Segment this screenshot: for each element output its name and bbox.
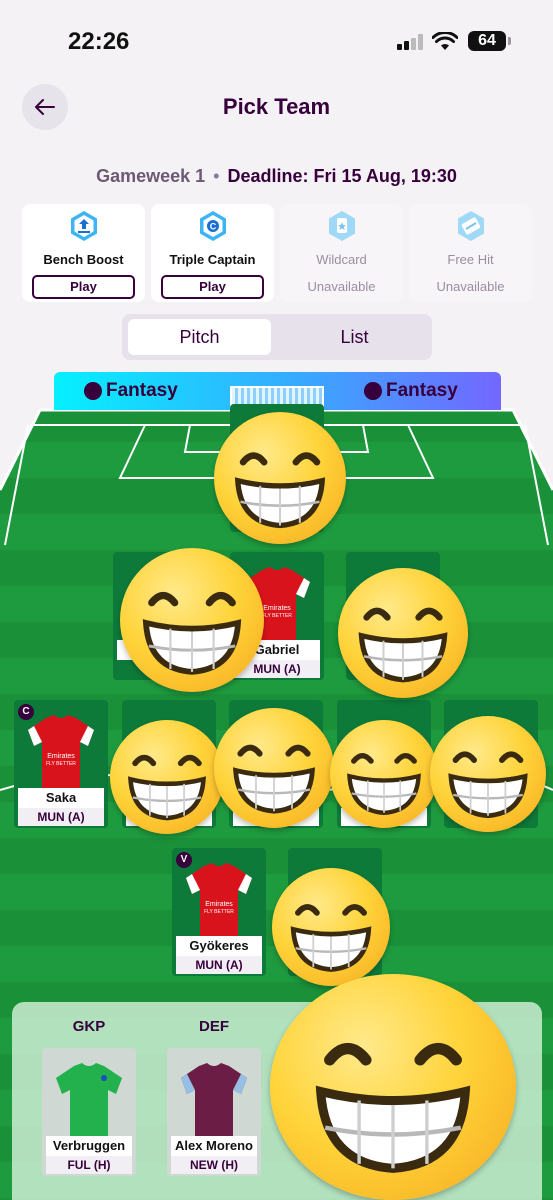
pitch-area: Fantasy Fantasy B Emirates FLY BETTER Ga… — [0, 370, 553, 1200]
player-card-gyokeres[interactable]: V Emirates FLY BETTER Gyökeres MUN (A) — [172, 848, 266, 976]
player-name: Gyökeres — [176, 936, 262, 956]
bench-card-verbruggen[interactable]: Verbruggen FUL (H) — [42, 1048, 136, 1176]
grinning-emoji-icon — [338, 568, 468, 698]
player-fixture: MUN (A) — [176, 956, 262, 974]
chip-status: Unavailable — [436, 279, 505, 294]
grinning-emoji-icon — [110, 720, 224, 834]
grinning-emoji-icon — [214, 412, 346, 544]
grinning-face-drawing — [142, 591, 242, 675]
grinning-emoji-icon — [272, 868, 390, 986]
grinning-face-drawing — [347, 752, 421, 816]
grinning-emoji-icon — [120, 548, 264, 692]
arsenal-shirt-icon: Emirates FLY BETTER — [186, 863, 252, 938]
player-fixture: NEW (H) — [171, 1156, 257, 1174]
triple-captain-icon: C — [199, 211, 226, 241]
chip-status: Unavailable — [307, 279, 376, 294]
chip-name: Bench Boost — [43, 252, 124, 267]
player-fixture: MUN (A) — [18, 808, 104, 826]
separator-dot: • — [213, 166, 220, 186]
svg-text:Emirates: Emirates — [263, 605, 291, 612]
free-hit-icon — [457, 211, 484, 241]
player-card-saka[interactable]: C Emirates FLY BETTER Saka MUN (A) — [14, 700, 108, 828]
premier-league-lion-icon — [84, 382, 102, 400]
svg-text:FLY BETTER: FLY BETTER — [204, 909, 234, 915]
player-name: Saka — [18, 788, 104, 808]
chip-name: Wildcard — [316, 252, 367, 267]
status-bar: 22:26 64 — [0, 0, 553, 80]
grinning-face-drawing — [448, 751, 528, 819]
battery-tip — [508, 37, 511, 45]
wifi-icon — [432, 32, 458, 50]
grinning-emoji-icon — [270, 974, 516, 1200]
svg-text:FLY BETTER: FLY BETTER — [46, 761, 76, 767]
player-name: Alex Moreno — [171, 1136, 257, 1156]
battery-icon: 64 — [468, 31, 506, 51]
svg-text:FLY BETTER: FLY BETTER — [262, 613, 292, 619]
grinning-emoji-icon — [330, 720, 438, 828]
page-title: Pick Team — [222, 94, 331, 119]
grinning-face-drawing — [128, 754, 206, 821]
wildcard-icon — [328, 211, 355, 241]
svg-text:C: C — [209, 222, 216, 232]
player-name: Verbruggen — [46, 1136, 132, 1156]
aston-villa-shirt-icon — [181, 1063, 247, 1138]
deadline-text: Deadline: Fri 15 Aug, 19:30 — [227, 166, 457, 186]
status-time: 22:26 — [68, 28, 130, 55]
view-toggle: Pitch List — [122, 314, 432, 360]
brighton-goalkeeper-shirt-icon — [56, 1063, 122, 1138]
bench-card-alex-moreno[interactable]: Alex Moreno NEW (H) — [167, 1048, 261, 1176]
tab-list[interactable]: List — [283, 319, 426, 355]
chip-name: Free Hit — [447, 252, 494, 267]
player-fixture: FUL (H) — [46, 1156, 132, 1174]
fantasy-logo-left: Fantasy — [84, 380, 178, 402]
cellular-signal-icon — [397, 34, 425, 50]
arsenal-shirt-icon: Emirates FLY BETTER — [28, 715, 94, 790]
chip-free-hit: Free Hit Unavailable — [409, 204, 532, 302]
grinning-emoji-icon — [214, 708, 334, 828]
grinning-emoji-icon — [430, 716, 546, 832]
chip-triple-captain: C Triple Captain Play — [151, 204, 274, 302]
bench-boost-icon — [70, 211, 97, 241]
grinning-face-drawing — [315, 1042, 471, 1173]
grinning-face-drawing — [234, 452, 326, 529]
chip-name: Triple Captain — [169, 252, 256, 267]
svg-text:Emirates: Emirates — [47, 753, 75, 760]
tab-pitch[interactable]: Pitch — [128, 319, 271, 355]
bench-label-gkp: GKP — [72, 1018, 106, 1035]
chip-bench-boost: Bench Boost Play — [22, 204, 145, 302]
bench-label-def: DEF — [199, 1018, 229, 1035]
grinning-face-drawing — [290, 904, 372, 972]
fantasy-logo-right: Fantasy — [364, 380, 458, 402]
banner-text-left: Fantasy — [106, 380, 178, 401]
chip-wildcard: Wildcard Unavailable — [280, 204, 403, 302]
gameweek-deadline: Gameweek 1 • Deadline: Fri 15 Aug, 19:30 — [0, 166, 553, 187]
gameweek-label: Gameweek 1 — [96, 166, 206, 186]
grinning-face-drawing — [358, 607, 448, 683]
premier-league-lion-icon — [364, 382, 382, 400]
bench-boost-play-button[interactable]: Play — [32, 275, 135, 299]
banner-text-right: Fantasy — [386, 380, 458, 401]
grinning-face-drawing — [232, 744, 316, 814]
triple-captain-play-button[interactable]: Play — [161, 275, 264, 299]
svg-text:Emirates: Emirates — [205, 901, 233, 908]
chips-row: Bench Boost Play C Triple Captain Play W… — [22, 204, 532, 302]
